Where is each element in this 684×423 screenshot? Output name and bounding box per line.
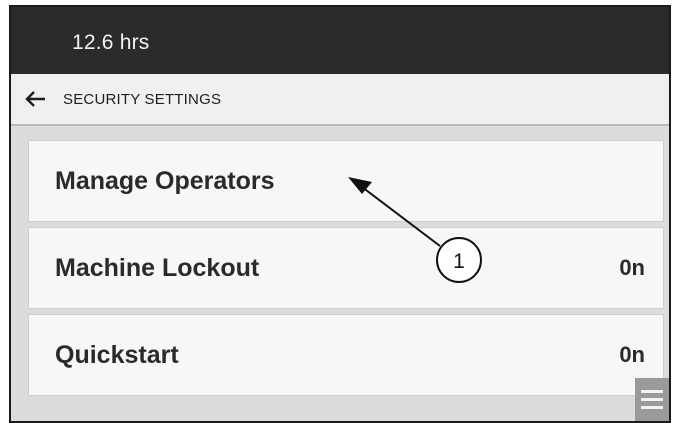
arrow-left-icon [25, 91, 45, 107]
manage-operators-row[interactable]: Manage Operators [28, 140, 664, 222]
back-button[interactable] [21, 85, 49, 113]
row-value: 0n [619, 342, 645, 367]
quickstart-row[interactable]: Quickstart 0n [28, 314, 664, 396]
display-screen: 12.6 hrs SECURITY SETTINGS Manage Operat… [9, 5, 671, 423]
menu-line [641, 406, 663, 409]
menu-line [641, 398, 663, 401]
row-label: Quickstart [55, 340, 179, 369]
row-label: Machine Lockout [55, 253, 260, 282]
menu-line [641, 390, 663, 393]
row-value: 0n [619, 255, 645, 280]
hamburger-menu-icon[interactable] [635, 378, 669, 421]
title-bar: SECURITY SETTINGS [11, 74, 669, 126]
row-label: Manage Operators [55, 166, 275, 195]
machine-lockout-row[interactable]: Machine Lockout 0n [28, 227, 664, 309]
hour-meter: 12.6 hrs [72, 31, 150, 54]
status-header: 12.6 hrs [11, 7, 669, 74]
page-title: SECURITY SETTINGS [63, 90, 222, 108]
